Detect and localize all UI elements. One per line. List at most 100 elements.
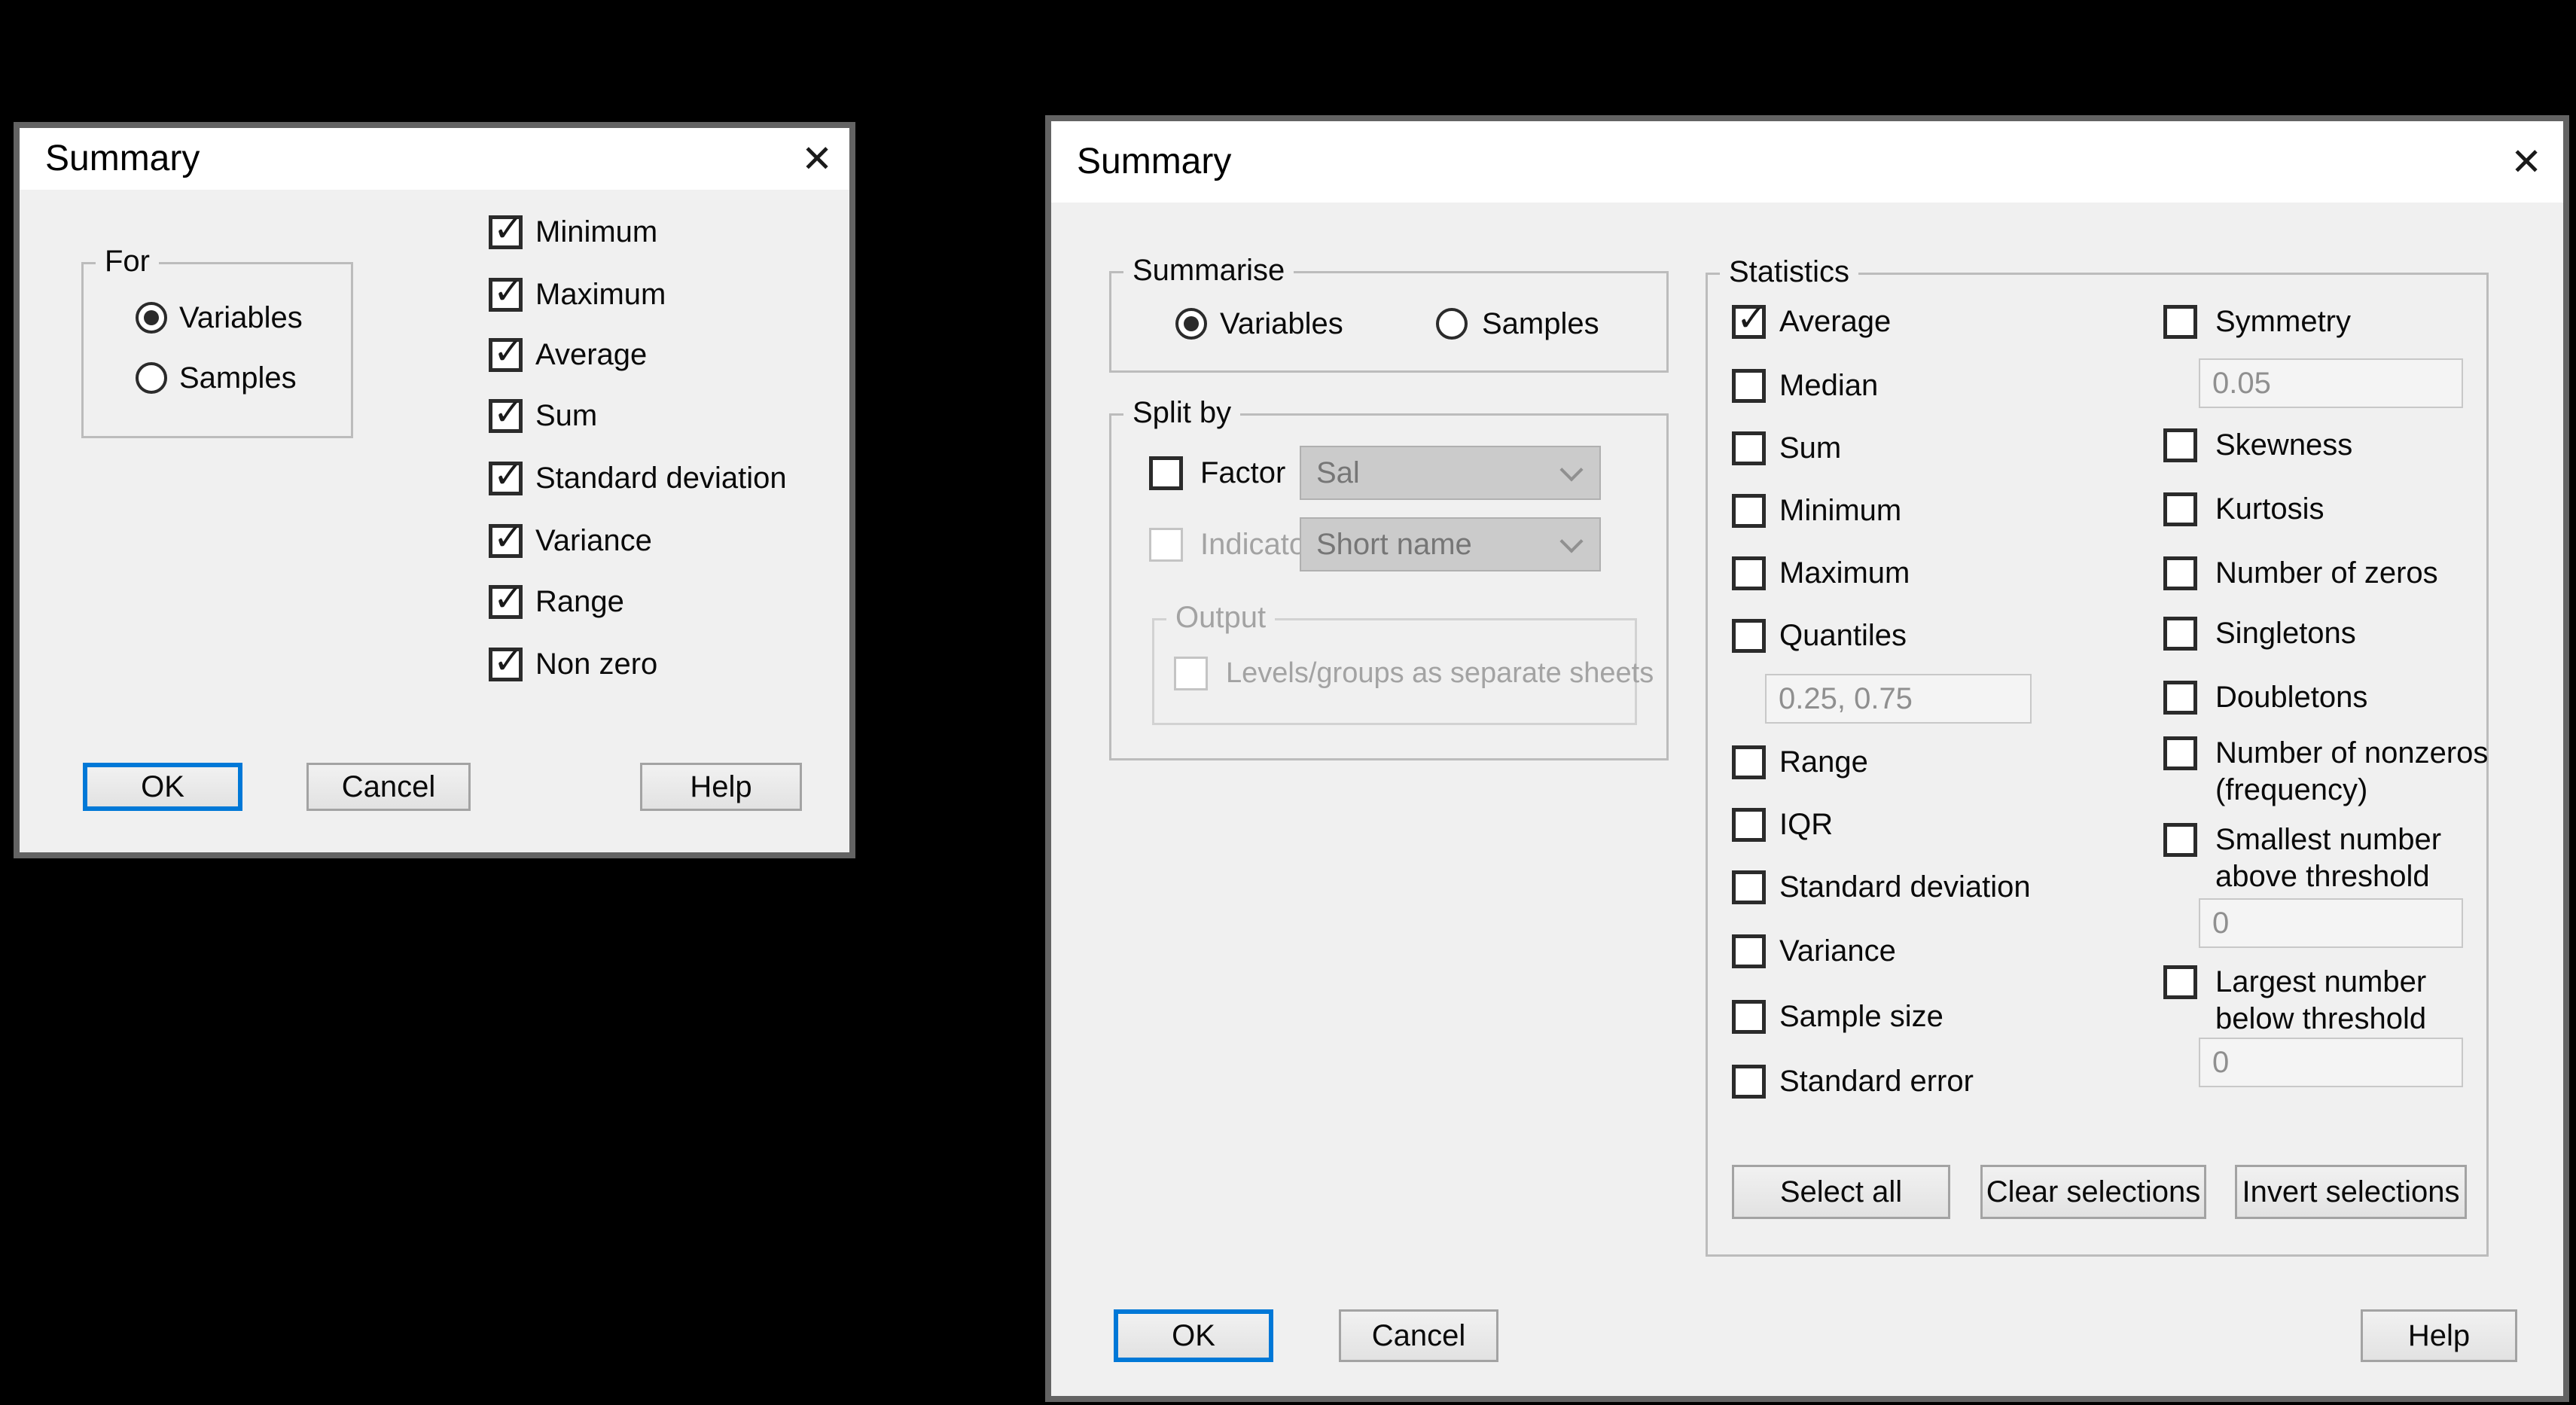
checkbox-smallest-above-threshold[interactable] xyxy=(2163,823,2197,857)
summarise-group: Summarise Variables Samples xyxy=(1109,271,1669,373)
radio-variables[interactable] xyxy=(1175,308,1207,340)
checkbox-sum-label[interactable]: Sum xyxy=(1779,431,1841,465)
dialog-title: Summary xyxy=(1077,121,1231,203)
radio-variables-label[interactable]: Variables xyxy=(1220,307,1343,341)
radio-samples[interactable] xyxy=(136,362,167,394)
checkbox-average-label[interactable]: Average xyxy=(1779,305,1891,339)
checkbox-iqr[interactable] xyxy=(1732,808,1766,842)
checkbox-skewness[interactable] xyxy=(2163,428,2197,462)
checkbox-standard-deviation[interactable]: ✓ xyxy=(489,462,523,495)
checkbox-average[interactable]: ✓ xyxy=(489,338,523,372)
checkbox-median-label[interactable]: Median xyxy=(1779,369,1878,403)
radio-variables-label[interactable]: Variables xyxy=(179,301,303,335)
summary-dialog-extended: Summary ✕ Summarise Variables Samples Sp… xyxy=(1045,115,2569,1402)
checkbox-levels-groups-separate-sheets xyxy=(1174,657,1208,690)
radio-samples[interactable] xyxy=(1436,308,1468,340)
checkbox-doubletons-label[interactable]: Doubletons xyxy=(2215,681,2367,715)
check-icon: ✓ xyxy=(493,644,523,680)
checkbox-variance[interactable] xyxy=(1732,934,1766,968)
smallest-threshold-input xyxy=(2199,898,2463,948)
checkbox-kurtosis-label[interactable]: Kurtosis xyxy=(2215,492,2324,526)
checkbox-range[interactable]: ✓ xyxy=(489,585,523,619)
checkbox-skewness-label[interactable]: Skewness xyxy=(2215,428,2352,462)
checkbox-singletons-label[interactable]: Singletons xyxy=(2215,617,2356,651)
title-bar: Summary ✕ xyxy=(1051,121,2563,203)
checkbox-iqr-label[interactable]: IQR xyxy=(1779,808,1833,842)
checkbox-singletons[interactable] xyxy=(2163,617,2197,651)
checkbox-standard-deviation[interactable] xyxy=(1732,870,1766,904)
checkbox-minimum[interactable]: ✓ xyxy=(489,215,523,249)
checkbox-standard-deviation-label[interactable]: Standard deviation xyxy=(535,462,787,495)
checkbox-number-of-nonzeros[interactable] xyxy=(2163,736,2197,770)
checkbox-quantiles[interactable] xyxy=(1732,619,1766,653)
checkbox-levels-groups-separate-sheets-label: Levels/groups as separate sheets xyxy=(1226,657,1654,690)
checkbox-standard-error-label[interactable]: Standard error xyxy=(1779,1065,1974,1099)
checkbox-maximum[interactable]: ✓ xyxy=(489,278,523,312)
checkbox-sum[interactable]: ✓ xyxy=(489,399,523,433)
checkbox-average-label[interactable]: Average xyxy=(535,338,647,372)
check-icon: ✓ xyxy=(493,520,523,556)
statistics-group-label: Statistics xyxy=(1720,255,1858,289)
checkbox-maximum-label[interactable]: Maximum xyxy=(1779,556,1910,590)
checkbox-number-of-zeros-label[interactable]: Number of zeros xyxy=(2215,556,2438,590)
title-bar: Summary ✕ xyxy=(20,128,849,190)
checkbox-non-zero-label[interactable]: Non zero xyxy=(535,648,657,681)
help-button[interactable]: Help xyxy=(640,763,802,811)
checkbox-average[interactable]: ✓ xyxy=(1732,305,1766,339)
radio-samples-label[interactable]: Samples xyxy=(1482,307,1599,341)
help-button[interactable]: Help xyxy=(2361,1309,2517,1362)
split-by-group: Split by Factor Sal Indicator Short name… xyxy=(1109,413,1669,760)
select-all-button[interactable]: Select all xyxy=(1732,1165,1950,1219)
checkbox-symmetry-label[interactable]: Symmetry xyxy=(2215,305,2351,339)
checkbox-factor-label[interactable]: Factor xyxy=(1200,456,1285,490)
checkbox-sample-size[interactable] xyxy=(1732,1000,1766,1034)
checkbox-doubletons[interactable] xyxy=(2163,681,2197,715)
factor-dropdown-value: Sal xyxy=(1316,456,1360,490)
ok-button[interactable]: OK xyxy=(83,763,242,811)
radio-samples-label[interactable]: Samples xyxy=(179,361,297,395)
checkbox-non-zero[interactable]: ✓ xyxy=(489,648,523,681)
checkbox-sum[interactable] xyxy=(1732,431,1766,465)
checkbox-standard-deviation-label[interactable]: Standard deviation xyxy=(1779,870,2031,904)
close-icon[interactable]: ✕ xyxy=(2510,121,2542,203)
invert-selections-button[interactable]: Invert selections xyxy=(2235,1165,2467,1219)
checkbox-variance[interactable]: ✓ xyxy=(489,524,523,558)
checkbox-variance-label[interactable]: Variance xyxy=(1779,934,1896,968)
checkbox-smallest-above-threshold-label[interactable]: Smallest number above threshold xyxy=(2215,821,2505,895)
radio-variables[interactable] xyxy=(136,302,167,334)
checkbox-number-of-nonzeros-label[interactable]: Number of nonzeros (frequency) xyxy=(2215,735,2505,809)
checkbox-median[interactable] xyxy=(1732,369,1766,403)
checkbox-sum-label[interactable]: Sum xyxy=(535,399,597,433)
checkbox-symmetry[interactable] xyxy=(2163,305,2197,339)
checkbox-indicator-label: Indicator xyxy=(1200,528,1315,562)
checkbox-largest-below-threshold[interactable] xyxy=(2163,965,2197,999)
checkbox-maximum-label[interactable]: Maximum xyxy=(535,278,666,312)
symmetry-threshold-input xyxy=(2199,358,2463,408)
checkbox-number-of-zeros[interactable] xyxy=(2163,556,2197,590)
checkbox-minimum[interactable] xyxy=(1732,494,1766,528)
cancel-button[interactable]: Cancel xyxy=(306,763,471,811)
checkbox-standard-error[interactable] xyxy=(1732,1065,1766,1099)
summary-dialog-basic: Summary ✕ For Variables Samples ✓ Minimu… xyxy=(14,122,855,858)
checkbox-range[interactable] xyxy=(1732,745,1766,779)
checkbox-largest-below-threshold-label[interactable]: Largest number below threshold xyxy=(2215,964,2505,1038)
checkbox-minimum-label[interactable]: Minimum xyxy=(535,215,657,249)
chevron-down-icon xyxy=(1559,458,1583,481)
quantiles-input xyxy=(1765,674,2032,724)
close-icon[interactable]: ✕ xyxy=(801,128,833,190)
checkbox-range-label[interactable]: Range xyxy=(1779,745,1868,779)
ok-button[interactable]: OK xyxy=(1114,1309,1273,1362)
checkbox-quantiles-label[interactable]: Quantiles xyxy=(1779,619,1907,653)
clear-selections-button[interactable]: Clear selections xyxy=(1980,1165,2206,1219)
checkbox-kurtosis[interactable] xyxy=(2163,492,2197,526)
checkbox-factor[interactable] xyxy=(1149,456,1183,490)
cancel-button[interactable]: Cancel xyxy=(1339,1309,1498,1362)
check-icon: ✓ xyxy=(493,395,523,431)
checkbox-minimum-label[interactable]: Minimum xyxy=(1779,494,1901,528)
checkbox-maximum[interactable] xyxy=(1732,556,1766,590)
check-icon: ✓ xyxy=(493,274,523,310)
indicator-dropdown: Short name xyxy=(1300,517,1601,571)
checkbox-range-label[interactable]: Range xyxy=(535,585,624,619)
checkbox-sample-size-label[interactable]: Sample size xyxy=(1779,1000,1943,1034)
checkbox-variance-label[interactable]: Variance xyxy=(535,524,652,558)
